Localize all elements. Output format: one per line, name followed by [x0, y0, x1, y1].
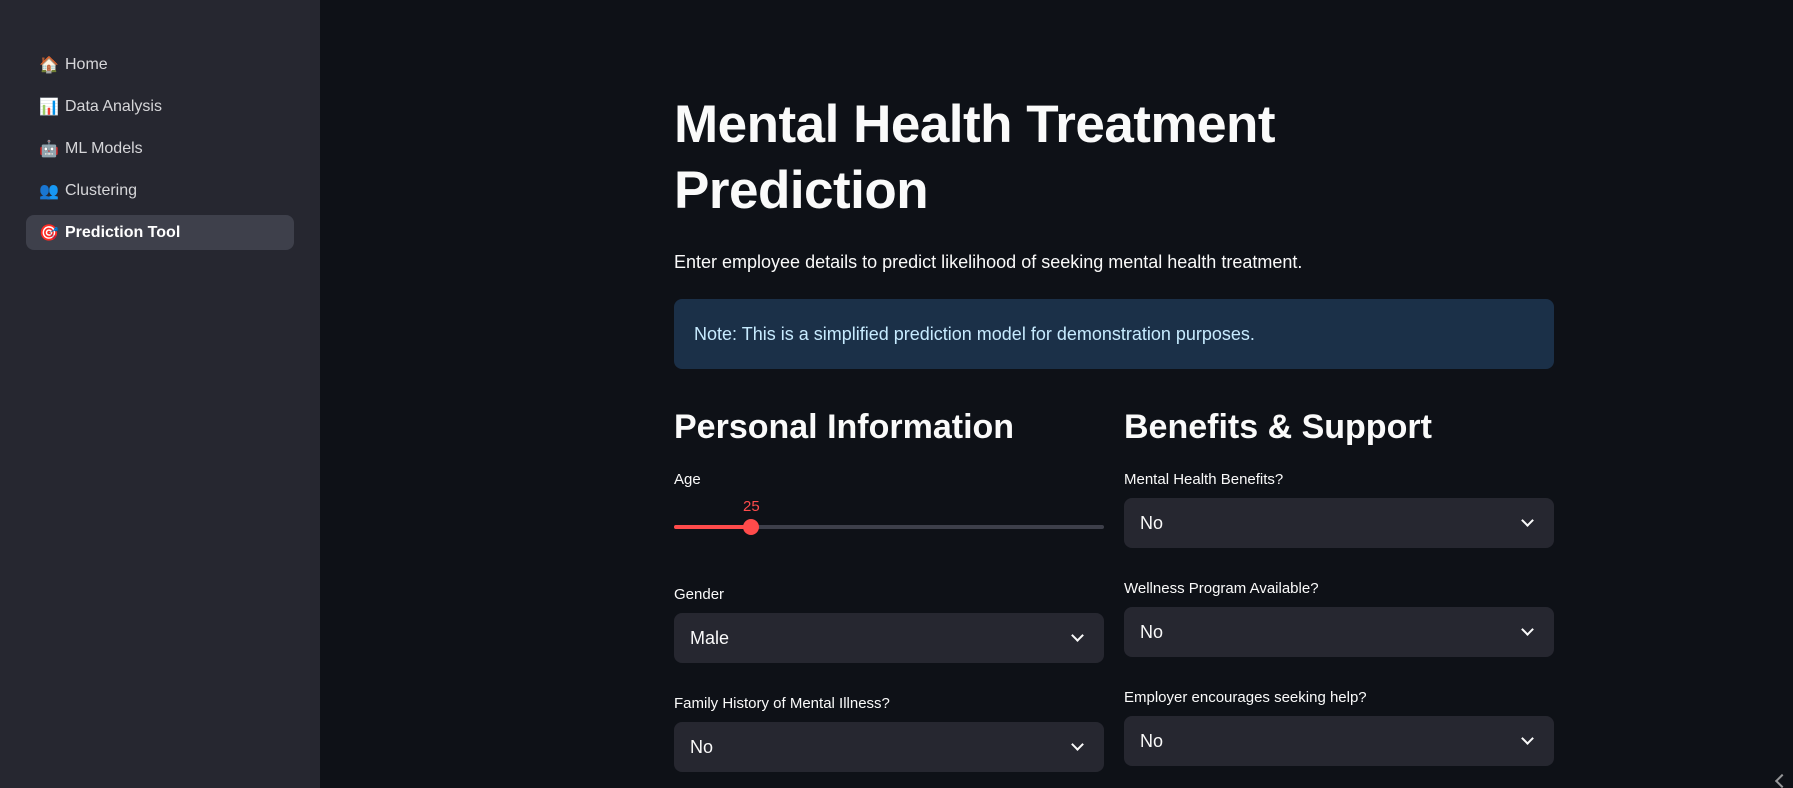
seek-help-select-value: No	[1140, 730, 1164, 751]
main-area: Mental Health Treatment Prediction Enter…	[320, 0, 1793, 788]
gender-select-value: Male	[690, 627, 730, 648]
personal-information-heading: Personal Information	[674, 408, 1015, 446]
robot-icon: 🤖	[39, 139, 59, 158]
wellness-select-value: No	[1140, 621, 1164, 642]
benefits-select-value: No	[1140, 512, 1164, 533]
chevron-down-icon	[1071, 629, 1084, 642]
sidebar-item-label: Prediction Tool	[65, 223, 181, 241]
gender-label: Gender	[674, 586, 725, 603]
benefits-select[interactable]: No	[1124, 498, 1554, 548]
age-field: Age 25	[674, 471, 1104, 554]
age-slider-track[interactable]	[674, 525, 1104, 529]
benefits-label: Mental Health Benefits?	[1124, 471, 1284, 488]
sidebar-item-ml-models[interactable]: 🤖 ML Models	[26, 131, 294, 166]
age-label: Age	[674, 471, 701, 488]
sidebar-item-home[interactable]: 🏠 Home	[26, 47, 294, 82]
sidebar-item-data-analysis[interactable]: 📊 Data Analysis	[26, 89, 294, 124]
app: 🏠 Home 📊 Data Analysis 🤖 ML Models 👥 Clu…	[0, 0, 1793, 788]
sidebar-item-label: Clustering	[65, 181, 138, 199]
benefits-field: Mental Health Benefits? No	[1124, 471, 1554, 548]
wellness-select[interactable]: No	[1124, 607, 1554, 657]
family-history-field: Family History of Mental Illness? No	[674, 695, 1104, 772]
benefits-support-heading: Benefits & Support	[1124, 408, 1432, 446]
seek-help-select[interactable]: No	[1124, 716, 1554, 766]
age-slider-value: 25	[743, 498, 760, 515]
personal-information-column: Personal Information Age 25 Gender Male …	[674, 407, 1104, 788]
chevron-down-icon	[1521, 514, 1534, 527]
sidebar-item-clustering[interactable]: 👥 Clustering	[26, 173, 294, 208]
main-content: Mental Health Treatment Prediction Enter…	[674, 92, 1554, 788]
page-title: Mental Health Treatment Prediction	[674, 95, 1276, 220]
form-columns: Personal Information Age 25 Gender Male …	[674, 407, 1554, 788]
family-history-label: Family History of Mental Illness?	[674, 695, 890, 712]
age-slider-thumb[interactable]	[743, 519, 760, 535]
chevron-down-icon	[1521, 732, 1534, 745]
age-slider[interactable]: 25	[674, 498, 1104, 554]
sidebar-item-label: Data Analysis	[65, 97, 162, 115]
info-note: Note: This is a simplified prediction mo…	[674, 299, 1554, 369]
bar-chart-icon: 📊	[39, 97, 59, 116]
page-subtitle: Enter employee details to predict likeli…	[674, 252, 1303, 272]
people-icon: 👥	[39, 181, 59, 200]
house-icon: 🏠	[39, 55, 59, 74]
info-note-text: Note: This is a simplified prediction mo…	[694, 323, 1255, 344]
seek-help-label: Employer encourages seeking help?	[1124, 689, 1367, 706]
gender-select[interactable]: Male	[674, 613, 1104, 663]
family-history-select[interactable]: No	[674, 722, 1104, 772]
wellness-label: Wellness Program Available?	[1124, 580, 1319, 597]
sidebar-item-label: ML Models	[65, 139, 143, 157]
chevron-down-icon	[1071, 738, 1084, 751]
sidebar: 🏠 Home 📊 Data Analysis 🤖 ML Models 👥 Clu…	[0, 0, 320, 788]
gender-field: Gender Male	[674, 586, 1104, 663]
resize-handle-icon[interactable]	[1774, 773, 1790, 788]
chevron-down-icon	[1521, 623, 1534, 636]
sidebar-item-prediction-tool[interactable]: 🎯 Prediction Tool	[26, 215, 294, 250]
wellness-field: Wellness Program Available? No	[1124, 580, 1554, 657]
seek-help-field: Employer encourages seeking help? No	[1124, 689, 1554, 766]
target-icon: 🎯	[39, 223, 59, 242]
family-history-select-value: No	[690, 736, 714, 757]
sidebar-nav: 🏠 Home 📊 Data Analysis 🤖 ML Models 👥 Clu…	[0, 47, 320, 250]
benefits-support-column: Benefits & Support Mental Health Benefit…	[1124, 407, 1554, 788]
sidebar-item-label: Home	[65, 55, 108, 73]
age-slider-fill	[674, 525, 752, 529]
